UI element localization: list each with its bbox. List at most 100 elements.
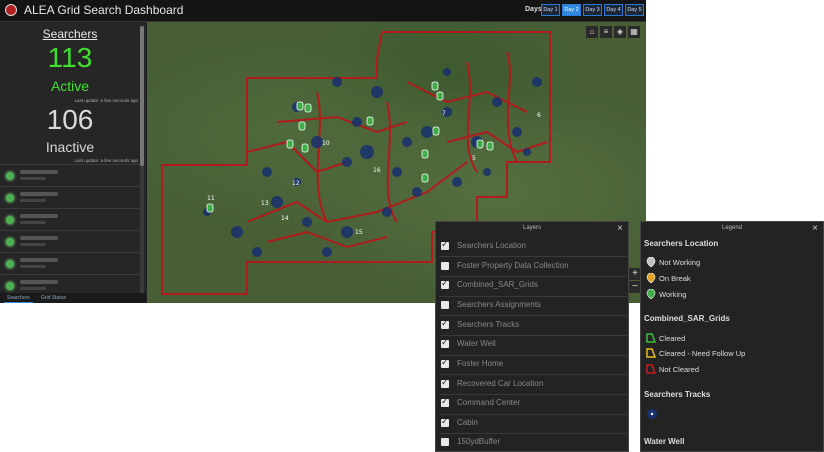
layer-row[interactable]: Searchers Location [441, 239, 626, 254]
active-count: 113 [47, 42, 93, 73]
days-label: Days [525, 6, 542, 13]
layer-checkbox[interactable] [441, 416, 449, 427]
status-dot-icon [6, 172, 14, 180]
track-point [492, 97, 502, 107]
working-searcher-icon [431, 81, 439, 91]
layer-row[interactable]: Searchers Tracks [441, 318, 626, 333]
track-point [402, 137, 412, 147]
tab-grid-status[interactable]: Grid Status [38, 294, 69, 302]
layer-label: Cabin [457, 418, 478, 427]
searchers-title: Searchers [42, 27, 98, 41]
divider [439, 433, 627, 434]
close-icon[interactable]: × [812, 223, 818, 234]
list-item[interactable] [0, 186, 140, 209]
day-tab-3[interactable]: Day 3 [583, 4, 602, 16]
redacted-detail [20, 177, 46, 180]
app-title: ALEA Grid Search Dashboard [24, 3, 184, 17]
track-point [352, 117, 362, 127]
list-item[interactable] [0, 208, 140, 231]
working-searcher-icon [298, 121, 306, 131]
legend-heading: Water Well [644, 437, 685, 446]
track-point [523, 148, 531, 156]
list-item[interactable] [0, 164, 140, 187]
layer-row[interactable]: Command Center [441, 396, 626, 411]
layer-checkbox[interactable] [441, 262, 449, 270]
day-tab-2[interactable]: Day 2 [562, 4, 581, 16]
active-last-update: Last update: a few seconds ago [74, 98, 138, 103]
working-searcher-icon [436, 91, 444, 101]
grid-label: 13 [261, 200, 269, 207]
layer-checkbox[interactable] [441, 301, 449, 309]
track-point [341, 226, 353, 238]
track-point [421, 126, 433, 138]
day-tab-5[interactable]: Day 5 [625, 4, 644, 16]
status-dot-icon [6, 216, 14, 224]
layer-checkbox[interactable] [441, 396, 449, 407]
map-toolbar: ⌂ ≡ ◈ ▦ [586, 26, 642, 38]
layers-panel: Layers × Searchers Location Foster Prope… [435, 221, 629, 452]
layer-row[interactable]: Searchers Assignments [441, 299, 626, 313]
working-searcher-icon [421, 149, 429, 159]
working-searcher-icon [421, 173, 429, 183]
layers-icon[interactable]: ◈ [614, 26, 626, 38]
layer-row[interactable]: 150ydBuffer [441, 436, 626, 450]
working-searcher-icon [286, 139, 294, 149]
track-point [271, 196, 283, 208]
grid-label: 15 [355, 229, 363, 236]
inactive-last-update: Last update: a few seconds ago [74, 158, 138, 163]
layer-row[interactable]: Combined_SAR_Grids [441, 278, 626, 293]
close-icon[interactable]: × [617, 223, 623, 234]
layer-label: Recovered Car Location [457, 379, 544, 388]
grid-boundary [446, 130, 548, 154]
layer-row[interactable]: Foster Home [441, 357, 626, 372]
scrollbar-thumb[interactable] [140, 26, 144, 166]
divider [439, 394, 627, 395]
redacted-name [20, 192, 58, 196]
redacted-name [20, 236, 58, 240]
divider [439, 414, 627, 415]
grid-label: 14 [281, 215, 289, 222]
working-searcher-icon [432, 126, 440, 136]
layer-row[interactable]: Cabin [441, 416, 626, 431]
inactive-count: 106 [46, 104, 94, 135]
grid-icon[interactable]: ▦ [628, 26, 640, 38]
track-point [532, 77, 542, 87]
layer-row[interactable]: Water Well [441, 337, 626, 352]
layer-checkbox[interactable] [441, 357, 449, 368]
list-item[interactable] [0, 252, 140, 275]
layer-checkbox[interactable] [441, 318, 449, 329]
home-icon[interactable]: ⌂ [586, 26, 598, 38]
track-point [360, 145, 374, 159]
track-point [483, 168, 491, 176]
legend-title: Legend [721, 225, 743, 231]
list-icon[interactable]: ≡ [600, 26, 612, 38]
layer-row[interactable]: Recovered Car Location [441, 377, 626, 392]
track-point [252, 247, 262, 257]
track-point [443, 68, 451, 76]
layer-checkbox[interactable] [441, 377, 449, 388]
divider [439, 296, 627, 297]
layer-checkbox[interactable] [441, 438, 449, 446]
legend-heading: Searchers Location [644, 239, 719, 248]
tab-searchers[interactable]: Searchers [4, 294, 33, 303]
grid-label: 11 [207, 195, 215, 202]
grid-label: 5 [472, 155, 476, 162]
day-tab-4[interactable]: Day 4 [604, 4, 623, 16]
day-tab-1[interactable]: Day 1 [541, 4, 560, 16]
track-point [371, 86, 383, 98]
legend-heading: Combined_SAR_Grids [644, 314, 730, 323]
layer-checkbox[interactable] [441, 239, 449, 250]
legend-item: Working [659, 290, 687, 299]
layer-checkbox[interactable] [441, 337, 449, 348]
legend-item: Cleared [659, 334, 686, 343]
layer-checkbox[interactable] [441, 278, 449, 289]
redacted-name [20, 280, 58, 284]
grid-boundary [246, 140, 348, 174]
track-point [452, 177, 462, 187]
layer-label: Searchers Location [457, 241, 526, 250]
layer-row[interactable]: Foster Property Data Collection [441, 260, 626, 274]
redacted-name [20, 258, 58, 262]
working-searcher-icon [304, 103, 312, 113]
searcher-working-icon [646, 289, 656, 299]
list-item[interactable] [0, 230, 140, 253]
